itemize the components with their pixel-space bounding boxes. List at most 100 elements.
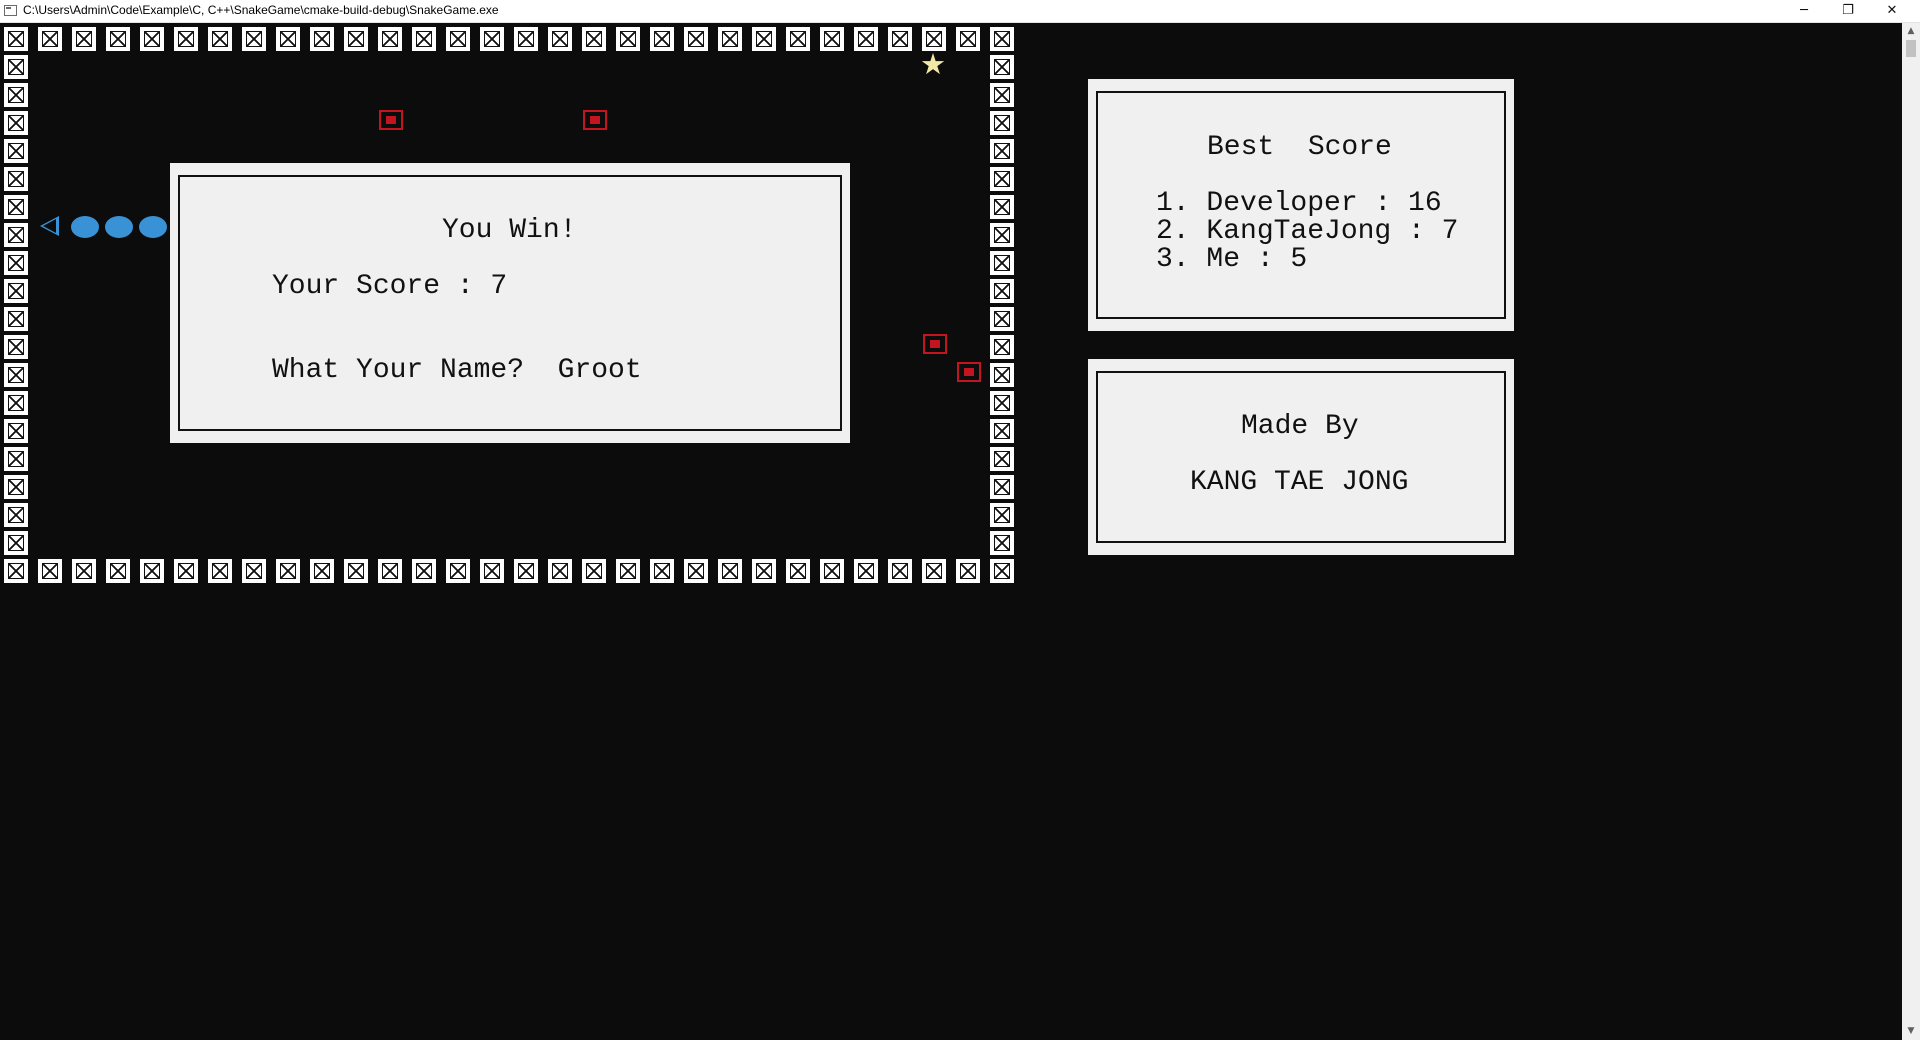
wall-tile xyxy=(4,55,28,79)
scroll-up-arrow-icon[interactable]: ▲ xyxy=(1902,23,1920,39)
wall-tile xyxy=(276,27,300,51)
credits-title: Made By xyxy=(1241,411,1359,442)
name-prompt[interactable]: What Your Name? Groot xyxy=(272,357,642,385)
wall-tile xyxy=(242,559,266,583)
wall-tile xyxy=(4,279,28,303)
wall-tile xyxy=(4,27,28,51)
wall-tile xyxy=(990,223,1014,247)
wall-tile xyxy=(4,391,28,415)
wall-tile xyxy=(990,475,1014,499)
wall-tile xyxy=(990,83,1014,107)
close-button[interactable]: ✕ xyxy=(1870,0,1914,22)
wall-tile xyxy=(310,27,334,51)
wall-tile xyxy=(990,363,1014,387)
wall-tile xyxy=(616,27,640,51)
wall-tile xyxy=(4,475,28,499)
wall-tile xyxy=(582,27,606,51)
wall-tile xyxy=(38,27,62,51)
wall-tile xyxy=(4,251,28,275)
score-line: Your Score : 7 xyxy=(272,271,508,302)
win-dialog-frame xyxy=(178,175,842,431)
wall-tile xyxy=(4,111,28,135)
wall-tile xyxy=(990,419,1014,443)
credits-author: KANG TAE JONG xyxy=(1190,467,1409,498)
wall-tile xyxy=(344,27,368,51)
score-entry: 1. Developer : 16 xyxy=(1156,188,1442,219)
best-score-panel: Best Score 1. Developer : 16 2. KangTaeJ… xyxy=(1088,79,1514,331)
snake-body-segment xyxy=(71,216,99,238)
wall-tile xyxy=(990,447,1014,471)
wall-tile xyxy=(854,559,878,583)
wall-tile xyxy=(310,559,334,583)
wall-tile xyxy=(990,139,1014,163)
title-bar: C:\Users\Admin\Code\Example\C, C++\Snake… xyxy=(0,0,1920,23)
snake-body-segment xyxy=(139,216,167,238)
wall-tile xyxy=(208,559,232,583)
wall-tile xyxy=(140,559,164,583)
item-box xyxy=(957,362,981,382)
wall-tile xyxy=(990,195,1014,219)
console-app-icon xyxy=(4,5,17,16)
wall-tile xyxy=(888,27,912,51)
wall-tile xyxy=(72,559,96,583)
wall-tile xyxy=(174,559,198,583)
wall-tile xyxy=(344,559,368,583)
credits-panel: Made By KANG TAE JONG xyxy=(1088,359,1514,555)
vertical-scrollbar[interactable]: ▲ ▼ xyxy=(1902,23,1920,1040)
wall-tile xyxy=(4,531,28,555)
wall-tile xyxy=(990,559,1014,583)
wall-tile xyxy=(956,27,980,51)
score-entry: 3. Me : 5 xyxy=(1156,244,1308,275)
win-title: You Win! xyxy=(442,215,577,246)
wall-tile xyxy=(412,27,436,51)
wall-tile xyxy=(4,335,28,359)
wall-tile xyxy=(480,27,504,51)
wall-tile xyxy=(820,27,844,51)
credits-frame xyxy=(1096,371,1506,543)
wall-tile xyxy=(4,167,28,191)
wall-tile xyxy=(4,307,28,331)
scroll-thumb[interactable] xyxy=(1906,40,1916,57)
wall-tile xyxy=(956,559,980,583)
wall-tile xyxy=(72,27,96,51)
wall-tile xyxy=(4,139,28,163)
wall-tile xyxy=(718,559,742,583)
restore-button[interactable]: ❐ xyxy=(1826,0,1870,22)
star-icon: ★ xyxy=(920,47,946,81)
wall-tile xyxy=(684,27,708,51)
wall-tile xyxy=(412,559,436,583)
score-entry: 2. KangTaeJong : 7 xyxy=(1156,216,1459,247)
wall-tile xyxy=(4,559,28,583)
minimize-button[interactable]: ─ xyxy=(1782,0,1826,22)
best-score-title: Best Score xyxy=(1207,132,1392,163)
wall-tile xyxy=(990,307,1014,331)
wall-tile xyxy=(990,279,1014,303)
wall-tile xyxy=(990,27,1014,51)
wall-tile xyxy=(378,27,402,51)
wall-tile xyxy=(990,503,1014,527)
wall-tile xyxy=(4,223,28,247)
wall-tile xyxy=(990,335,1014,359)
wall-tile xyxy=(548,27,572,51)
wall-tile xyxy=(4,363,28,387)
wall-tile xyxy=(446,559,470,583)
wall-tile xyxy=(106,27,130,51)
wall-tile xyxy=(854,27,878,51)
snake-body-segment xyxy=(105,216,133,238)
wall-tile xyxy=(922,559,946,583)
wall-tile xyxy=(616,559,640,583)
wall-tile xyxy=(990,391,1014,415)
wall-tile xyxy=(140,27,164,51)
wall-tile xyxy=(990,531,1014,555)
scroll-down-arrow-icon[interactable]: ▼ xyxy=(1902,1023,1920,1039)
wall-tile xyxy=(990,55,1014,79)
wall-tile xyxy=(4,83,28,107)
wall-tile xyxy=(990,251,1014,275)
wall-tile xyxy=(786,27,810,51)
wall-tile xyxy=(548,559,572,583)
wall-tile xyxy=(4,419,28,443)
wall-tile xyxy=(208,27,232,51)
wall-tile xyxy=(718,27,742,51)
wall-tile xyxy=(4,195,28,219)
wall-tile xyxy=(480,559,504,583)
